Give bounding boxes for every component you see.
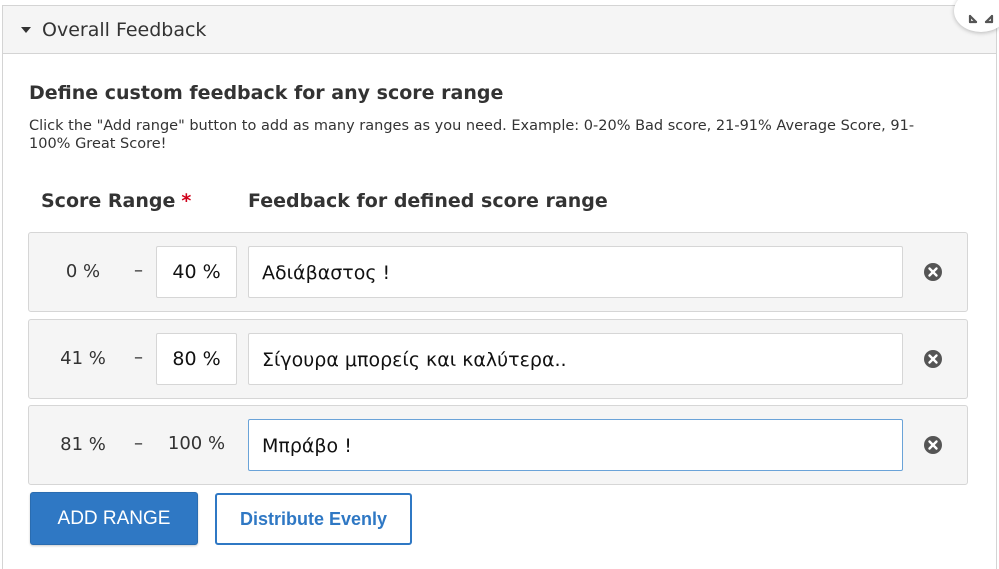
panel-title[interactable]: Overall Feedback xyxy=(42,19,206,41)
remove-circle-icon[interactable] xyxy=(923,435,943,455)
feedback-header: Feedback for defined score range xyxy=(248,190,608,212)
range-to-input[interactable]: 40 % xyxy=(156,246,237,298)
expand-arrows-icon xyxy=(968,14,994,24)
range-to-input[interactable]: 80 % xyxy=(156,333,237,385)
range-from: 81 % xyxy=(60,434,106,455)
caret-down-icon[interactable] xyxy=(21,27,31,33)
score-range-label: Score Range xyxy=(41,190,176,212)
distribute-evenly-button[interactable]: Distribute Evenly xyxy=(215,493,412,545)
range-row: 41 % – 80 % Σίγουρα μπορείς και καλύτερα… xyxy=(28,319,968,399)
feedback-input[interactable]: Αδιάβαστος ! xyxy=(248,246,903,298)
required-mark: * xyxy=(181,190,192,212)
section-title: Define custom feedback for any score ran… xyxy=(29,82,504,104)
range-dash: – xyxy=(134,260,143,281)
section-description: Click the "Add range" button to add as m… xyxy=(29,118,915,152)
range-to-value: 100 % xyxy=(167,433,226,454)
feedback-input[interactable]: Σίγουρα μπορείς και καλύτερα.. xyxy=(248,333,903,385)
range-from: 0 % xyxy=(65,261,101,282)
range-row: 0 % – 40 % Αδιάβαστος ! xyxy=(28,232,968,312)
range-dash: – xyxy=(134,433,143,454)
score-range-header: Score Range * xyxy=(41,190,191,212)
feedback-input[interactable]: Μπράβο ! xyxy=(248,419,903,471)
panel-header[interactable]: Overall Feedback xyxy=(3,6,996,54)
range-row: 81 % – 100 % Μπράβο ! xyxy=(28,405,968,485)
add-range-button[interactable]: ADD RANGE xyxy=(30,492,198,545)
range-from: 41 % xyxy=(60,348,106,369)
remove-circle-icon[interactable] xyxy=(923,349,943,369)
remove-circle-icon[interactable] xyxy=(923,262,943,282)
range-dash: – xyxy=(134,347,143,368)
